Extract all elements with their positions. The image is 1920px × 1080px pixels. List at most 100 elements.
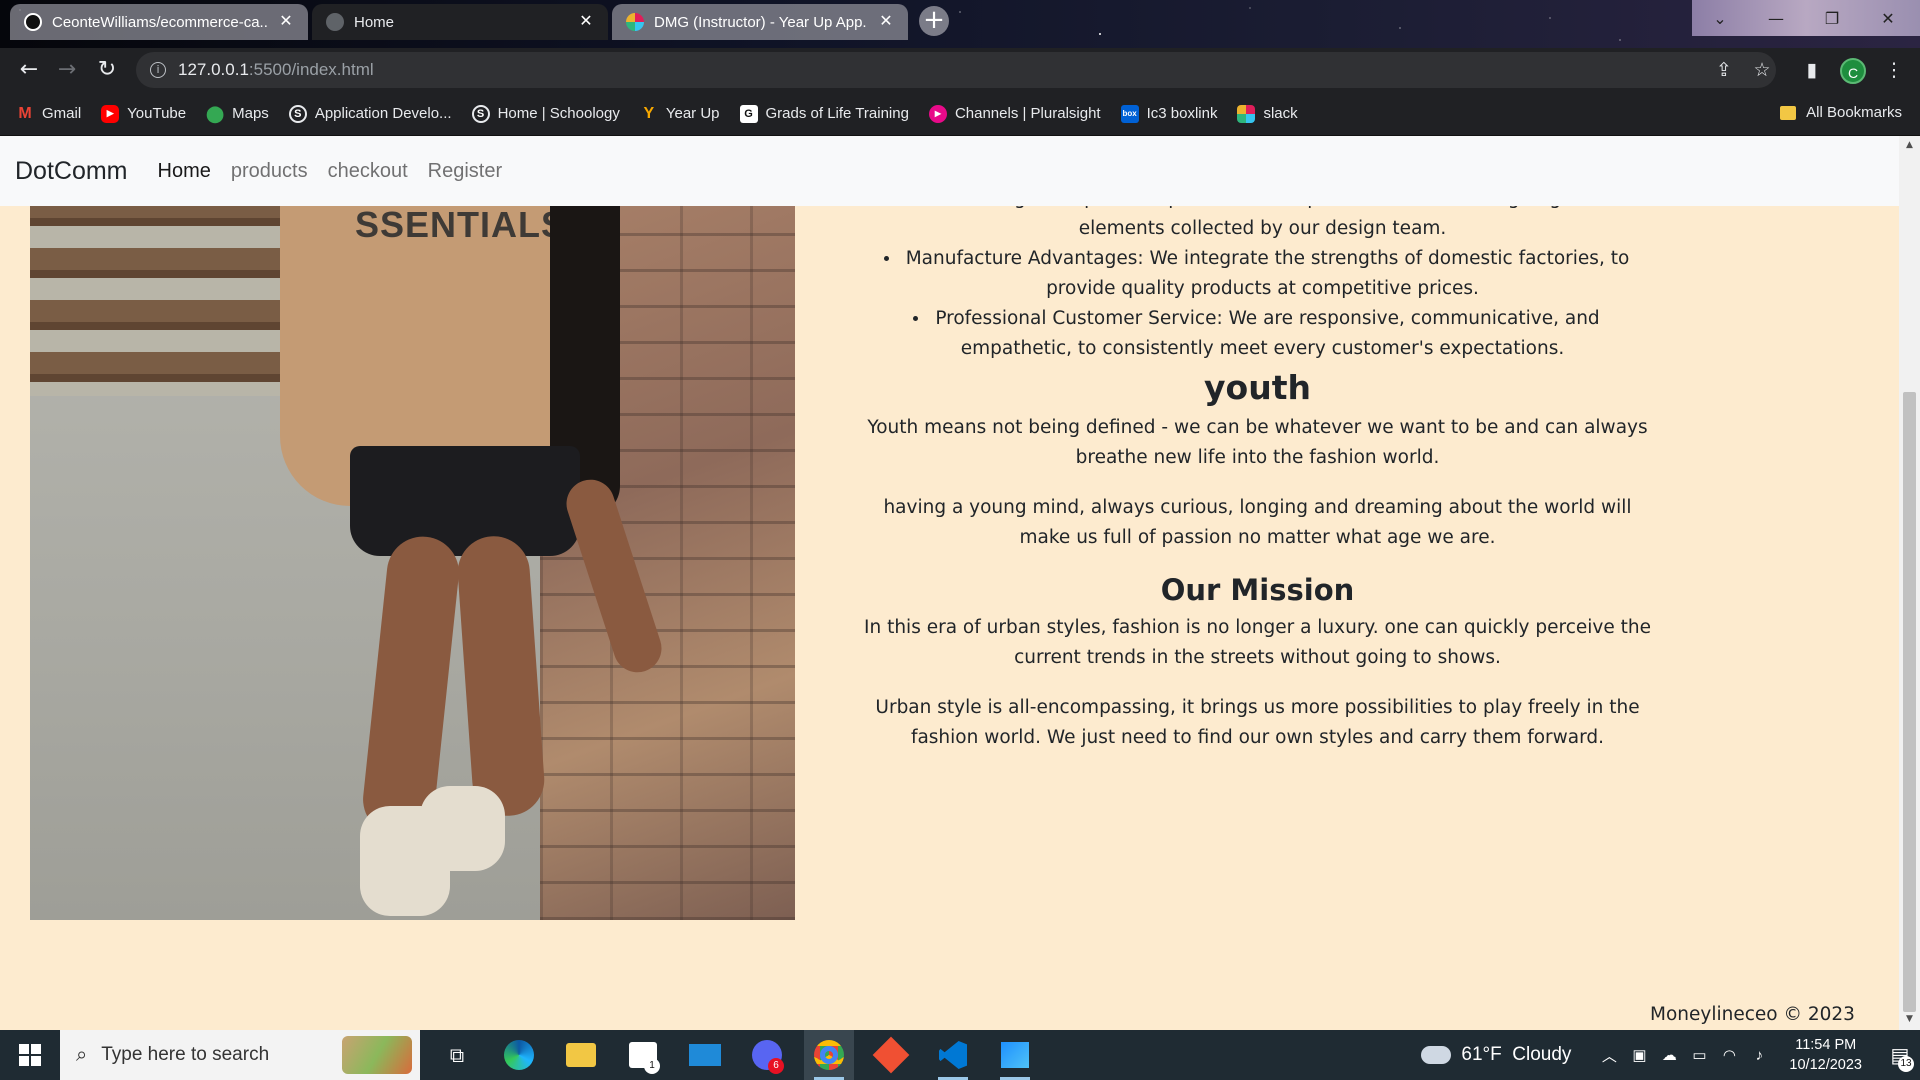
weather-widget[interactable]: 61°F Cloudy: [1421, 1044, 1571, 1066]
tab-home[interactable]: Home ✕: [312, 4, 608, 40]
youth-paragraph-1: Youth means not being defined - we can b…: [867, 417, 1648, 468]
bookmark-label: Year Up: [665, 105, 720, 122]
site-navbar: DotComm Home products checkout Register: [0, 136, 1899, 206]
url-path: :5500/index.html: [248, 60, 374, 79]
bookmark-label: Ic3 boxlink: [1146, 105, 1218, 122]
schoology-icon: S: [471, 104, 490, 123]
site-info-icon[interactable]: i: [150, 62, 166, 78]
photos-icon[interactable]: [990, 1030, 1040, 1080]
bookmark-label: Grads of Life Training: [765, 105, 909, 122]
close-icon[interactable]: ✕: [878, 14, 894, 30]
mission-paragraph-2: Urban style is all-encompassing, it brin…: [875, 697, 1640, 748]
bookmark-home-schoology[interactable]: S Home | Schoology: [471, 104, 620, 123]
bookmark-star-icon[interactable]: ☆: [1750, 58, 1774, 82]
game-app-icon[interactable]: 6: [742, 1030, 792, 1080]
tab-github[interactable]: CeonteWilliams/ecommerce-ca... ✕: [10, 4, 308, 40]
bookmark-grads-of-life[interactable]: G Grads of Life Training: [739, 104, 909, 123]
new-tab-button[interactable]: +: [919, 6, 949, 36]
search-placeholder: Type here to search: [101, 1044, 270, 1065]
taskbar-search[interactable]: ⌕ Type here to search: [60, 1030, 420, 1080]
bookmark-label: Channels | Pluralsight: [954, 105, 1101, 122]
bookmark-application-develo[interactable]: S Application Develo...: [288, 104, 452, 123]
site-brand[interactable]: DotComm: [15, 157, 128, 186]
clock[interactable]: 11:54 PM 10/12/2023: [1789, 1035, 1862, 1075]
file-explorer-icon[interactable]: [556, 1030, 606, 1080]
mission-paragraph-1: In this era of urban styles, fashion is …: [864, 617, 1651, 668]
game-app-badge: 6: [768, 1058, 784, 1074]
vscode-icon[interactable]: [928, 1030, 978, 1080]
bookmark-label: slack: [1263, 105, 1298, 122]
clock-date: 10/12/2023: [1789, 1057, 1862, 1073]
share-icon[interactable]: ⇪: [1712, 58, 1736, 82]
weather-text: 61°F Cloudy: [1461, 1044, 1572, 1065]
chrome-icon[interactable]: [804, 1030, 854, 1080]
all-bookmarks-label: All Bookmarks: [1806, 104, 1902, 121]
bookmark-ic3-boxlink[interactable]: box Ic3 boxlink: [1120, 104, 1218, 123]
more-menu-icon[interactable]: ⋮: [1882, 58, 1906, 82]
scroll-thumb[interactable]: [1903, 392, 1916, 1012]
volume-icon[interactable]: ♪: [1747, 1047, 1771, 1064]
restore-icon[interactable]: ❐: [1806, 0, 1858, 36]
photo-shorts: [350, 446, 580, 556]
bookmarks-bar: M Gmail ▶ YouTube ⬤ Maps S Application Devel…: [0, 92, 1920, 136]
mail-icon[interactable]: [680, 1030, 730, 1080]
battery-icon[interactable]: ▭: [1687, 1046, 1711, 1064]
about-content: Personal Design: We promote product deve…: [860, 184, 1655, 773]
chevron-up-icon[interactable]: ︿: [1597, 1045, 1621, 1066]
feature-item: Professional Customer Service: We are re…: [860, 304, 1655, 364]
git-icon[interactable]: [866, 1030, 916, 1080]
back-arrow-icon[interactable]: ←: [16, 57, 42, 83]
bookmark-label: YouTube: [127, 105, 187, 122]
meet-now-icon[interactable]: ▣: [1627, 1046, 1651, 1064]
bookmark-maps[interactable]: ⬤ Maps: [206, 105, 269, 123]
onedrive-icon[interactable]: ☁: [1657, 1046, 1681, 1064]
scroll-down-icon[interactable]: ▼: [1904, 1014, 1915, 1025]
bookmark-gmail[interactable]: M Gmail: [16, 105, 81, 123]
bookmark-label: Gmail: [42, 105, 82, 122]
profile-avatar[interactable]: C: [1840, 58, 1866, 84]
forward-arrow-icon[interactable]: →: [54, 57, 80, 83]
youth-paragraph-2: having a young mind, always curious, lon…: [883, 497, 1632, 548]
search-icon: ⌕: [76, 1043, 88, 1066]
all-bookmarks[interactable]: All Bookmarks: [1780, 104, 1902, 121]
cloud-icon: [1421, 1046, 1452, 1064]
nav-home[interactable]: Home: [158, 160, 211, 183]
hoodie-print: SSENTIALS: [355, 204, 567, 245]
start-button[interactable]: [0, 1030, 60, 1080]
tab-dmg-instructor[interactable]: DMG (Instructor) - Year Up App... ✕: [612, 4, 908, 40]
bookmark-label: Application Develo...: [314, 105, 452, 122]
address-bar[interactable]: i 127.0.0.1:5500/index.html: [136, 52, 1776, 88]
scroll-up-icon[interactable]: ▲: [1904, 140, 1915, 151]
maps-icon: ⬤: [206, 105, 225, 123]
browser-toolbar: ← → ↻ i 127.0.0.1:5500/index.html ⇪ ☆ ▮ …: [0, 48, 1920, 92]
close-window-icon[interactable]: ✕: [1862, 0, 1914, 36]
close-icon[interactable]: ✕: [578, 14, 594, 30]
bookmark-year-up[interactable]: Y Year Up: [640, 105, 720, 123]
wifi-icon[interactable]: ◠: [1717, 1046, 1741, 1064]
tab-search-icon[interactable]: ⌄: [1694, 0, 1746, 36]
pluralsight-icon: ▶: [928, 104, 947, 123]
gmail-icon: M: [18, 104, 32, 122]
bookmark-pluralsight[interactable]: ▶ Channels | Pluralsight: [928, 104, 1101, 123]
task-view-icon[interactable]: ⧉: [432, 1030, 482, 1080]
box-icon: box: [1120, 104, 1139, 123]
side-panel-icon[interactable]: ▮: [1800, 58, 1824, 82]
yearup-icon: Y: [643, 104, 655, 122]
nav-products[interactable]: products: [231, 160, 308, 183]
features-list: Personal Design: We promote product deve…: [860, 184, 1655, 364]
page-scrollbar[interactable]: ▲ ▼: [1899, 136, 1920, 1030]
nav-checkout[interactable]: checkout: [328, 160, 408, 183]
url-text: 127.0.0.1:5500/index.html: [178, 60, 374, 80]
url-host: 127.0.0.1: [178, 60, 249, 79]
minimize-icon[interactable]: —: [1750, 0, 1802, 36]
reload-icon[interactable]: ↻: [94, 57, 120, 83]
nav-register[interactable]: Register: [428, 160, 502, 183]
youth-heading: youth: [1204, 368, 1311, 407]
bookmark-youtube[interactable]: ▶ YouTube: [101, 104, 187, 123]
feature-item: Manufacture Advantages: We integrate the…: [860, 244, 1655, 304]
close-icon[interactable]: ✕: [278, 14, 294, 30]
bookmark-slack[interactable]: slack: [1237, 104, 1298, 123]
edge-icon[interactable]: [494, 1030, 544, 1080]
microsoft-store-icon[interactable]: 1: [618, 1030, 668, 1080]
notification-center-icon[interactable]: ▤ 13: [1880, 1030, 1920, 1080]
